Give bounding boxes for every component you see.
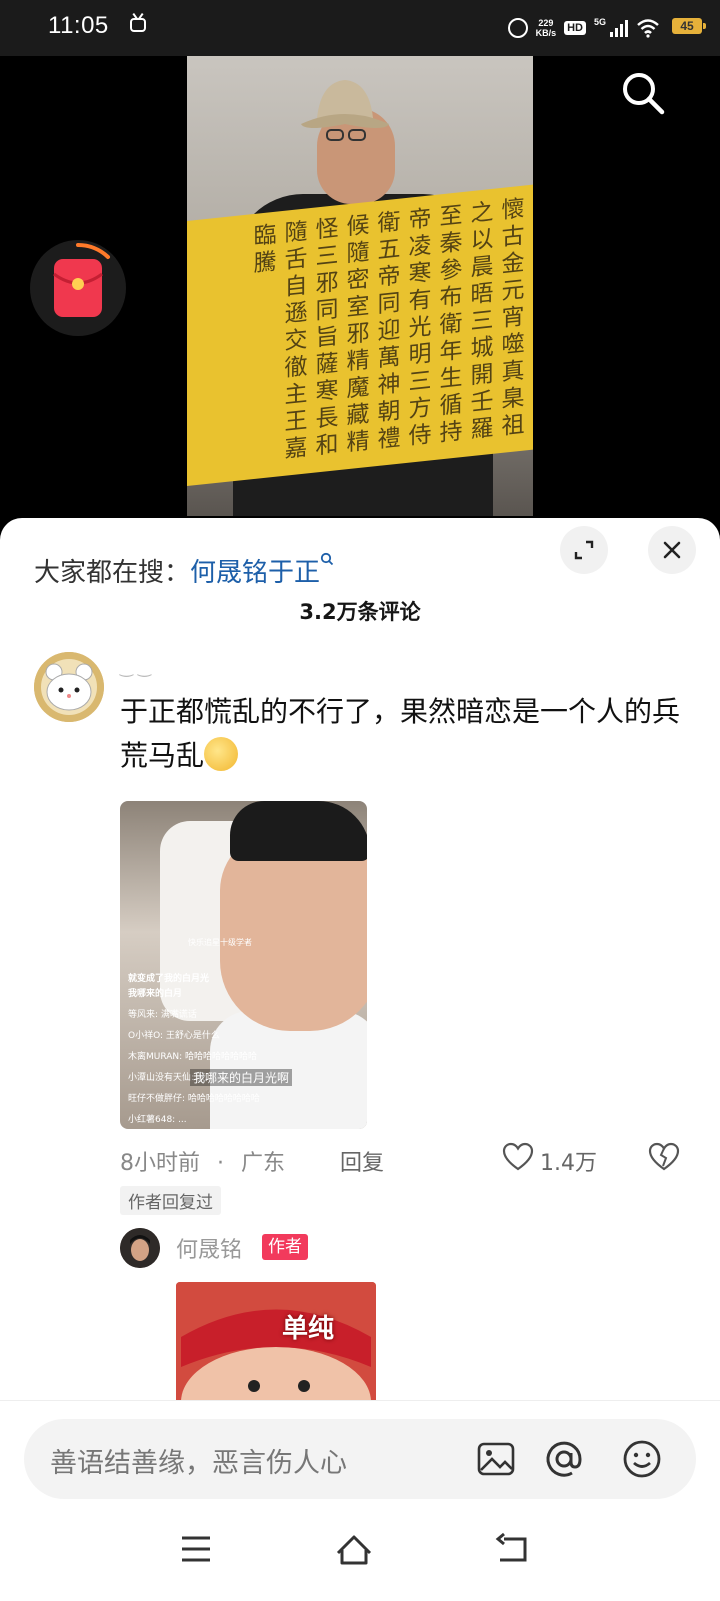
signal-icon <box>610 19 628 37</box>
dislike-broken-heart-icon[interactable] <box>648 1142 680 1172</box>
danmaku-item: O小祥O: 王舒心是什么 <box>128 1031 220 1041</box>
thinking-emoji-icon <box>204 737 239 771</box>
reply-avatar-image <box>120 1228 160 1268</box>
author-badge: 作者 <box>262 1234 308 1260</box>
avatar[interactable] <box>34 652 104 722</box>
status-time: 11:05 <box>48 12 109 39</box>
image-picker-icon[interactable] <box>476 1439 516 1479</box>
hot-search-suggestion[interactable]: 大家都在搜：何晟铭于正 <box>34 552 334 589</box>
net-speed-value: 229 <box>538 18 554 28</box>
alarm-icon <box>507 18 528 38</box>
image-subtitle: 我哪来的白月光啊 <box>190 1069 293 1086</box>
comment-time: 8小时前 <box>120 1151 200 1176</box>
expand-button[interactable] <box>560 526 608 574</box>
status-icons: 229 KB/s HD 5G <box>507 14 660 42</box>
search-small-icon <box>320 552 334 566</box>
sticker-text: 单纯 <box>282 1314 335 1344</box>
emoji-icon[interactable] <box>622 1439 662 1479</box>
danmaku-item: 等风来: 满嘴谎话 <box>128 1010 197 1020</box>
reply-button[interactable]: 回复 <box>340 1145 384 1177</box>
battery-icon: 45 <box>672 18 706 34</box>
red-packet-button[interactable] <box>30 240 126 336</box>
overlay-line1: 快乐追星十级学者 <box>188 938 252 947</box>
hair-shape <box>230 801 367 861</box>
red-packet-icon <box>53 242 110 317</box>
like-heart-icon[interactable] <box>502 1142 534 1172</box>
comment-location: 广东 <box>241 1151 286 1176</box>
danmaku-item: 小红薯648: ... <box>128 1115 187 1125</box>
calligraphy-text: 懷古金元宵噬真臬祖之以晨晤三城開壬羅至秦參布衛年生循持帝凌寒有光明三方侍衛五帝同… <box>249 195 523 465</box>
danmaku-item: 木离MURAN: 哈哈哈哈哈哈哈哈 <box>128 1052 258 1062</box>
back-nav-icon[interactable] <box>494 1529 530 1569</box>
comment-meta: 8小时前 · 广东 <box>120 1151 286 1176</box>
comment-username[interactable]: ‿ ‿ <box>120 658 151 677</box>
comment-image[interactable]: 快乐追星十级学者 就变成了我的白月光 我哪来的白月 等风来: 满嘴谎话 O小祥O… <box>120 801 367 1129</box>
image-overlay-text: 快乐追星十级学者 就变成了我的白月光 我哪来的白月 等风来: 满嘴谎话 O小祥O… <box>128 938 260 1129</box>
hd-icon: HD <box>564 21 586 35</box>
network-type: 5G <box>593 17 606 27</box>
comment-input-bar: 善语结善缘，恶言伤人心 <box>0 1400 720 1601</box>
comment-text: 于正都慌乱的不行了，果然暗恋是一个人的兵荒马乱 <box>120 690 680 778</box>
comments-count: 3.2万条评论 <box>299 600 421 624</box>
menu-nav-icon[interactable] <box>180 1529 212 1569</box>
home-nav-icon[interactable] <box>334 1529 374 1569</box>
reply-avatar[interactable] <box>120 1228 160 1268</box>
close-icon <box>663 541 681 559</box>
reply-username[interactable]: 何晟铭 <box>176 1232 242 1264</box>
author-replied-tag: 作者回复过 <box>120 1186 221 1215</box>
search-icon[interactable] <box>620 70 666 116</box>
hot-search-label: 大家都在搜： <box>34 558 191 588</box>
wifi-icon <box>637 19 659 38</box>
expand-icon <box>574 540 594 560</box>
hamster-avatar-image <box>34 652 104 722</box>
overlay-line2a: 就变成了我的白月光 <box>128 974 210 984</box>
calligraphy-scroll: 懷古金元宵噬真臬祖之以晨晤三城開壬羅至秦參布衛年生循持帝凌寒有光明三方侍衛五帝同… <box>187 184 533 486</box>
like-count: 1.4万 <box>540 1151 597 1176</box>
hot-search-term[interactable]: 何晟铭于正 <box>190 558 320 588</box>
net-speed-unit: KB/s <box>535 28 557 38</box>
net-speed: 229 KB/s <box>536 18 557 38</box>
mention-icon[interactable] <box>544 1439 584 1479</box>
overlay-line2b: 我哪来的白月 <box>128 989 183 999</box>
tv-app-icon <box>130 18 146 32</box>
comment-input-placeholder: 善语结善缘，恶言伤人心 <box>50 1448 347 1479</box>
comment-text-content: 于正都慌乱的不行了，果然暗恋是一个人的兵荒马乱 <box>120 695 681 772</box>
comment-input[interactable]: 善语结善缘，恶言伤人心 <box>24 1419 696 1499</box>
video-player[interactable]: 懷古金元宵噬真臬祖之以晨晤三城開壬羅至秦參布衛年生循持帝凌寒有光明三方侍衛五帝同… <box>187 56 533 516</box>
danmaku-item: 旺仔不做胖仔: 哈哈哈哈哈哈哈哈 <box>128 1094 260 1104</box>
status-bar: 11:05 229 KB/s HD 5G 45 <box>0 0 720 56</box>
bucket-hat-image <box>301 80 389 141</box>
close-button[interactable] <box>648 526 696 574</box>
